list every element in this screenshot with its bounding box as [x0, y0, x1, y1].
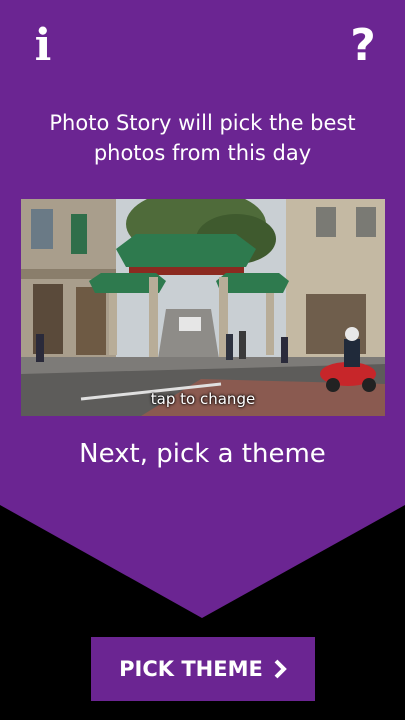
- tap-to-change-label: tap to change: [150, 390, 256, 408]
- help-button[interactable]: ?: [343, 22, 383, 70]
- photo-thumbnail[interactable]: tap to change: [21, 199, 385, 416]
- pick-theme-button[interactable]: PICK THEME: [91, 637, 315, 701]
- info-button[interactable]: i: [30, 22, 56, 70]
- street-scene-image: [21, 199, 385, 416]
- chevron-right-icon: [273, 659, 287, 679]
- pick-theme-label: PICK THEME: [119, 657, 263, 681]
- intro-text: Photo Story will pick the best photos fr…: [49, 111, 356, 165]
- next-step-text: Next, pick a theme: [79, 439, 326, 469]
